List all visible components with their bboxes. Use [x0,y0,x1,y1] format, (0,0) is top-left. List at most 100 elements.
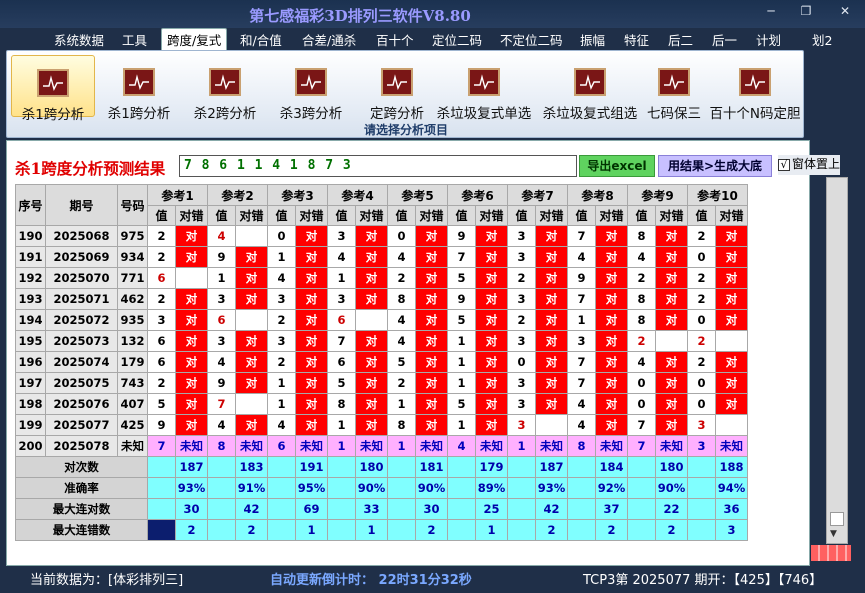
current-data-label: 当前数据为：[体彩排列三] [30,573,184,588]
menu-diff-kill[interactable]: 合差/通杀 [302,30,356,49]
value-cell: 1 [507,435,536,457]
sub-header-value: 值 [687,205,716,226]
value-cell: 3 [147,309,176,331]
value-cell: 2 [687,288,716,310]
result-mark-cell: 对 [595,267,628,289]
result-mark-cell: 对 [655,225,688,247]
ribbon-junk-single[interactable]: 杀垃圾复式单选 [431,55,537,122]
menu-plan[interactable]: 计划 [756,30,781,49]
row-seq: 198 [15,393,46,415]
stats-value: 30 [175,498,208,520]
value-cell: 8 [627,309,656,331]
period-info: TCP3第 2025077 期开：【425】【746】 [583,573,823,588]
menu-tools[interactable]: 工具 [122,30,147,49]
ribbon-group-caption: 请选择分析项目 [363,123,448,137]
scroll-down-arrow-icon[interactable]: ▼ [830,529,837,539]
topmost-toggle[interactable]: √ 窗体置上 [778,155,841,175]
result-mark-cell: 未知 [595,435,628,457]
stats-value: 36 [715,498,748,520]
row-number: 462 [117,288,148,310]
prediction-row: 200 2025078 未知 7 未知 8 未知 6 未知 1 未知 1 未知 4 未知 1 未知 8 未知 7 未知 3… [15,435,748,457]
value-cell: 1 [447,351,476,373]
menu-system-data[interactable]: 系统数据 [54,30,104,49]
menu-last-one[interactable]: 后一 [712,30,737,49]
ribbon-label: 杀垃圾复式单选 [436,106,532,122]
close-button[interactable]: ✕ [834,4,856,18]
scroll-thumb[interactable] [830,512,844,526]
result-mark-cell: 对 [355,372,388,394]
ribbon-kill3-span[interactable]: 杀3跨分析 [269,55,353,122]
stats-value: 183 [235,456,268,478]
restore-button[interactable]: ❐ [795,4,817,18]
menu-hundreds[interactable]: 百十个 [376,30,414,49]
stats-spacer [687,456,716,478]
result-mark-cell: 对 [355,267,388,289]
table-row: 195 2025073 132 6 对 3 对 3 对 7 对 4 对 1 对 3 对 3 对 2 2 [15,330,748,352]
stats-value: 42 [235,498,268,520]
result-mark-cell: 对 [355,288,388,310]
menu-unfixed-two[interactable]: 不定位二码 [500,30,563,49]
ribbon-seven-three[interactable]: 七码保三 [641,55,707,122]
result-mark-cell: 对 [535,372,568,394]
ribbon-kill1-span-active[interactable]: 杀1跨分析 [11,55,95,123]
result-mark-cell: 对 [295,414,328,436]
value-cell: 2 [627,267,656,289]
stats-value: 188 [715,456,748,478]
result-mark-cell: 对 [175,330,208,352]
value-cell: 7 [207,393,236,415]
value-cell: 4 [627,246,656,268]
result-mark-cell: 对 [535,246,568,268]
title-bar: 第七感福彩3D排列三软件V8.80 ─ ❐ ✕ [0,0,865,28]
stats-spacer [267,477,296,499]
ribbon-kill2-span[interactable]: 杀2跨分析 [183,55,267,122]
ref-header: 参考7 [507,184,568,206]
value-cell: 2 [627,330,656,352]
result-mark-cell: 对 [355,351,388,373]
ribbon-n-code[interactable]: 百十个N码定胆 [707,55,803,122]
result-mark-cell: 对 [595,372,628,394]
topmost-label: 窗体置上 [792,157,841,171]
stats-value: 91% [235,477,268,499]
vertical-scrollbar[interactable]: ▼ [826,177,848,544]
ribbon-kill1-span[interactable]: 杀1跨分析 [97,55,181,122]
result-mark-cell: 对 [655,288,688,310]
result-mark-cell: 对 [715,288,748,310]
result-mark-cell: 对 [715,309,748,331]
topmost-checkbox[interactable]: √ [778,158,790,171]
sub-header-value: 值 [627,205,656,226]
menu-last-two[interactable]: 后二 [668,30,693,49]
row-issue: 2025069 [45,246,118,268]
menu-plan2[interactable]: 划2 [812,30,832,49]
col-header-num: 号码 [117,184,148,226]
generate-base-button[interactable]: 用结果>生成大底 [658,155,772,177]
chart-icon [381,68,413,96]
result-mark-cell: 对 [235,372,268,394]
result-mark-cell: 未知 [415,435,448,457]
minimize-button[interactable]: ─ [760,4,782,18]
stats-value: 30 [415,498,448,520]
menu-amplitude[interactable]: 振幅 [580,30,605,49]
result-mark-cell: 对 [415,246,448,268]
value-cell: 5 [447,267,476,289]
value-cell: 3 [207,288,236,310]
stats-value: 2 [535,519,568,541]
value-cell: 2 [507,309,536,331]
value-cell: 1 [387,435,416,457]
stats-spacer [207,477,236,499]
value-cell: 4 [207,225,236,247]
value-cell: 3 [507,246,536,268]
menu-feature[interactable]: 特征 [624,30,649,49]
result-mark-cell [715,414,748,436]
export-excel-button[interactable]: 导出excel [579,155,655,177]
menu-sum-value[interactable]: 和/合值 [240,30,282,49]
result-digits-field[interactable]: 7 8 6 1 1 4 1 8 7 3 [179,155,577,177]
ribbon-junk-group[interactable]: 杀垃圾复式组选 [537,55,643,122]
stats-value: 1 [295,519,328,541]
ribbon-fixed-span[interactable]: 定跨分析 [355,55,439,122]
value-cell: 0 [267,225,296,247]
sub-header-value: 值 [147,205,176,226]
value-cell: 2 [507,267,536,289]
value-cell: 2 [147,246,176,268]
stats-spacer [207,498,236,520]
menu-fixed-two[interactable]: 定位二码 [432,30,482,49]
